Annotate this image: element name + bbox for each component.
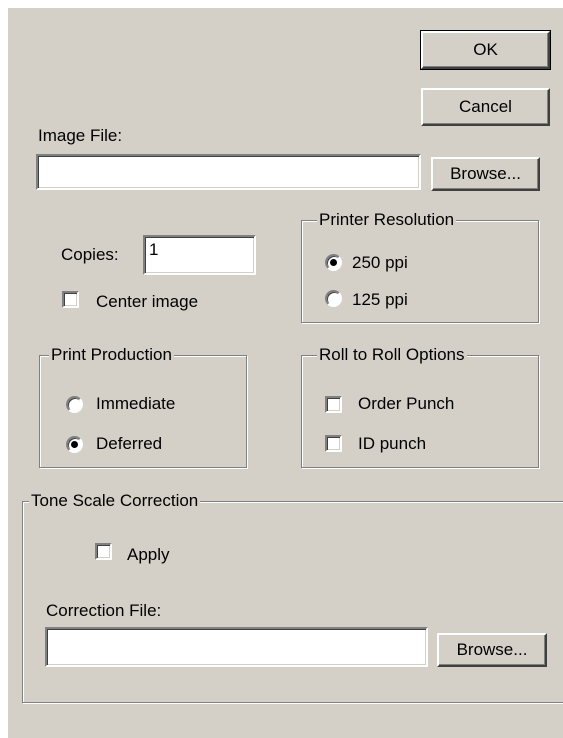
copies-label: Copies: <box>61 245 119 264</box>
production-deferred-radio[interactable] <box>66 436 83 453</box>
roll-to-roll-title: Roll to Roll Options <box>317 345 467 365</box>
print-production-title: Print Production <box>49 345 174 365</box>
image-file-input[interactable] <box>36 154 421 190</box>
resolution-125-label: 125 ppi <box>352 290 408 309</box>
correction-file-browse-button[interactable]: Browse... <box>437 633 547 667</box>
copies-input[interactable]: 1 <box>143 235 256 275</box>
roll-to-roll-group: Roll to Roll Options Order Punch ID punc… <box>301 345 539 468</box>
id-punch-label: ID punch <box>358 434 427 453</box>
print-production-group: Print Production Immediate Deferred <box>39 345 247 468</box>
order-punch-checkbox[interactable] <box>325 396 342 413</box>
ok-button[interactable]: OK <box>420 30 551 70</box>
image-file-label: Image File: <box>38 126 123 145</box>
radio-selected-dot <box>71 441 78 448</box>
production-immediate-label: Immediate <box>96 394 176 413</box>
center-image-checkbox[interactable] <box>62 291 79 308</box>
tone-scale-group: Tone Scale Correction Apply Correction F… <box>22 491 563 703</box>
production-immediate-radio[interactable] <box>66 396 83 413</box>
print-options-dialog: OK Cancel Image File: Browse... Copies: … <box>8 8 563 738</box>
tone-scale-title: Tone Scale Correction <box>29 491 201 511</box>
production-deferred-label: Deferred <box>96 434 163 453</box>
id-punch-checkbox[interactable] <box>325 435 342 452</box>
resolution-125-radio[interactable] <box>325 290 342 307</box>
image-file-browse-button[interactable]: Browse... <box>431 157 540 191</box>
center-image-label: Center image <box>96 292 199 311</box>
resolution-250-radio[interactable] <box>325 254 342 271</box>
apply-label: Apply <box>127 545 170 564</box>
cancel-button[interactable]: Cancel <box>421 88 550 126</box>
printer-resolution-title: Printer Resolution <box>317 210 457 230</box>
correction-file-label: Correction File: <box>46 601 162 620</box>
printer-resolution-group: Printer Resolution 250 ppi 125 ppi <box>301 210 539 323</box>
radio-selected-dot <box>330 259 337 266</box>
correction-file-input[interactable] <box>45 627 428 667</box>
apply-checkbox[interactable] <box>95 543 112 560</box>
resolution-250-label: 250 ppi <box>352 253 408 272</box>
order-punch-label: Order Punch <box>358 394 455 413</box>
